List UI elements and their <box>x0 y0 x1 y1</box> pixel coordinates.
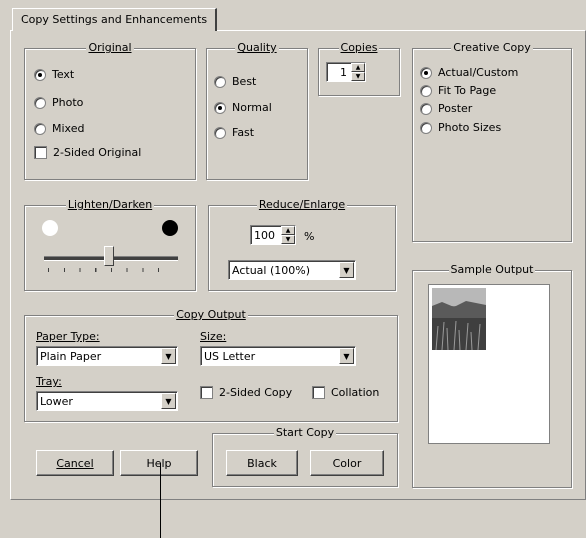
radio-label: Fit To Page <box>438 84 497 97</box>
chevron-down-icon[interactable]: ▼ <box>339 348 354 364</box>
quality-group: Quality <box>206 41 308 180</box>
radio-dot <box>420 66 432 79</box>
button-label: Help <box>146 456 172 470</box>
quality-legend: Quality <box>235 41 279 54</box>
radio-dot <box>34 96 46 109</box>
radio-dot <box>34 68 46 81</box>
radio-dot <box>34 122 46 135</box>
copies-legend: Copies <box>338 41 380 54</box>
callout-line <box>160 463 161 538</box>
two-sided-original-checkbox[interactable]: 2-Sided Original <box>34 146 141 159</box>
slider-ticks <box>48 268 174 272</box>
original-text-radio[interactable]: Text <box>34 68 74 81</box>
spin-down-icon[interactable]: ▼ <box>281 235 295 244</box>
radio-dot <box>420 102 432 115</box>
lighten-icon <box>42 220 58 236</box>
spin-up-icon[interactable]: ▲ <box>281 226 295 235</box>
tray-label: Tray: <box>36 375 62 388</box>
select-value: Lower <box>40 394 73 408</box>
two-sided-copy-checkbox[interactable]: 2-Sided Copy <box>200 386 292 399</box>
radio-label: Actual/Custom <box>438 66 519 79</box>
spin-up-icon[interactable]: ▲ <box>351 63 365 72</box>
select-value: US Letter <box>204 349 256 363</box>
cancel-button[interactable]: Cancel <box>36 450 114 476</box>
black-copy-button[interactable]: Black <box>226 450 298 476</box>
size-select[interactable]: US Letter ▼ <box>200 346 356 366</box>
original-photo-radio[interactable]: Photo <box>34 96 83 109</box>
spin-down-icon[interactable]: ▼ <box>351 72 365 81</box>
radio-label: Text <box>52 68 75 81</box>
paper-type-select[interactable]: Plain Paper ▼ <box>36 346 178 366</box>
button-label: Cancel <box>56 456 94 470</box>
reduce-enlarge-preset-select[interactable]: Actual (100%) ▼ <box>228 260 356 280</box>
select-value: Actual (100%) <box>232 263 310 277</box>
darken-icon <box>162 220 178 236</box>
chevron-down-icon[interactable]: ▼ <box>161 393 176 409</box>
original-mixed-radio[interactable]: Mixed <box>34 122 84 135</box>
select-value: Plain Paper <box>40 349 102 363</box>
tab-copy-settings[interactable]: Copy Settings and Enhancements <box>12 8 218 31</box>
sample-photo-thumbnail <box>432 288 486 350</box>
percent-unit: % <box>304 230 315 243</box>
tray-select[interactable]: Lower ▼ <box>36 391 178 411</box>
original-legend: Original <box>86 41 134 54</box>
creative-actual-radio[interactable]: Actual/Custom <box>420 66 518 79</box>
size-label: Size: <box>200 330 227 343</box>
radio-dot <box>214 126 226 139</box>
chevron-down-icon[interactable]: ▼ <box>161 348 176 364</box>
checkbox-label: 2-Sided Copy <box>219 386 293 399</box>
reduce-enlarge-spinner[interactable]: ▲ ▼ <box>281 226 295 244</box>
reduce-enlarge-legend: Reduce/Enlarge <box>256 198 348 211</box>
radio-label: Photo <box>52 96 84 109</box>
radio-label: Best <box>232 75 257 88</box>
radio-label: Normal <box>232 101 272 114</box>
collation-checkbox[interactable]: Collation <box>312 386 379 399</box>
checkbox-label: Collation <box>331 386 380 399</box>
lighten-darken-slider-thumb[interactable] <box>104 246 114 266</box>
reduce-enlarge-value: 100 <box>254 228 275 242</box>
radio-label: Mixed <box>52 122 85 135</box>
start-copy-legend: Start Copy <box>273 426 337 439</box>
creative-poster-radio[interactable]: Poster <box>420 102 472 115</box>
radio-dot <box>214 101 226 114</box>
checkbox-box <box>34 146 47 159</box>
radio-dot <box>420 84 432 97</box>
radio-label: Fast <box>232 126 255 139</box>
copies-spinner[interactable]: ▲ ▼ <box>351 63 365 81</box>
creative-fit-radio[interactable]: Fit To Page <box>420 84 496 97</box>
button-label: Color <box>332 456 362 470</box>
radio-dot <box>214 75 226 88</box>
checkbox-box <box>312 386 325 399</box>
help-button[interactable]: Help <box>120 450 198 476</box>
checkbox-box <box>200 386 213 399</box>
quality-best-radio[interactable]: Best <box>214 75 256 88</box>
checkbox-label: 2-Sided Original <box>53 146 142 159</box>
lighten-darken-legend: Lighten/Darken <box>65 198 155 211</box>
radio-label: Poster <box>438 102 473 115</box>
sample-output-page <box>428 284 550 444</box>
paper-type-label: Paper Type: <box>36 330 100 343</box>
quality-normal-radio[interactable]: Normal <box>214 101 272 114</box>
color-copy-button[interactable]: Color <box>310 450 384 476</box>
copies-value: 1 <box>340 65 347 79</box>
copy-output-legend: Copy Output <box>174 308 248 321</box>
creative-copy-legend: Creative Copy <box>451 41 533 54</box>
radio-label: Photo Sizes <box>438 121 502 134</box>
creative-photo-sizes-radio[interactable]: Photo Sizes <box>420 121 501 134</box>
chevron-down-icon[interactable]: ▼ <box>339 262 354 278</box>
quality-fast-radio[interactable]: Fast <box>214 126 254 139</box>
sample-output-legend: Sample Output <box>448 263 536 276</box>
button-label: Black <box>247 456 277 470</box>
radio-dot <box>420 121 432 134</box>
